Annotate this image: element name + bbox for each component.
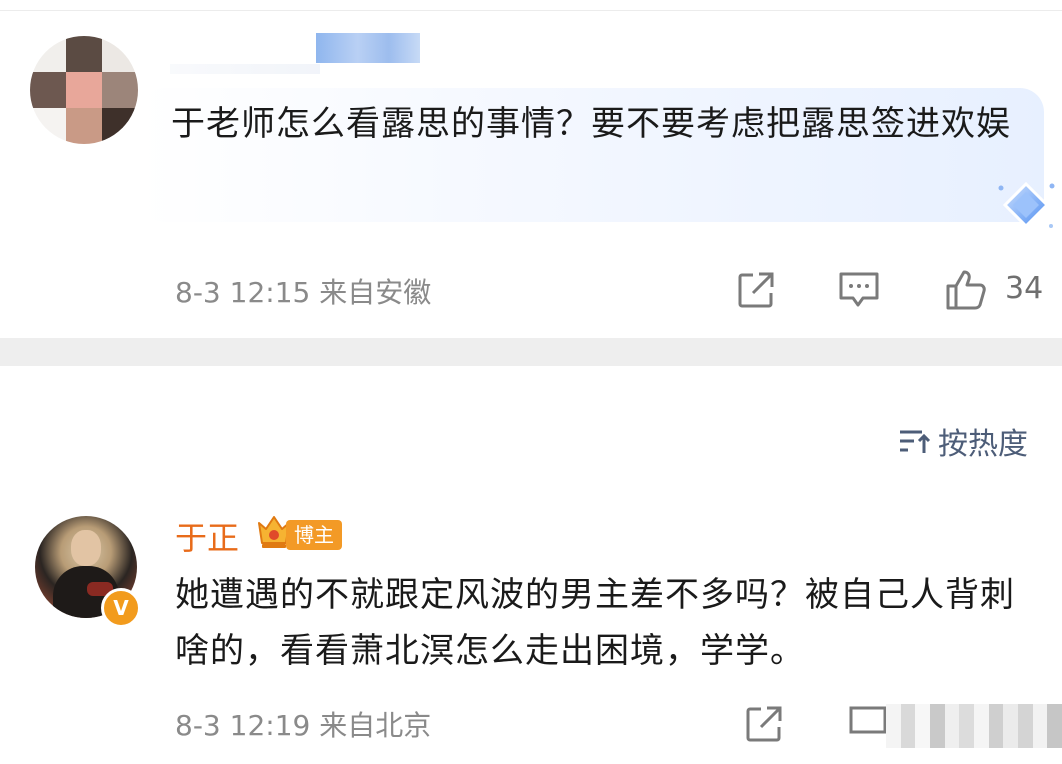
- share-square-icon[interactable]: [737, 271, 775, 309]
- watermark-mosaic: [886, 704, 1062, 748]
- avatar[interactable]: [30, 36, 138, 144]
- top-divider: [0, 10, 1062, 11]
- share-square-icon[interactable]: [745, 705, 783, 743]
- comment-text: 于老师怎么看露思的事情？要不要考虑把露思签进欢娱: [171, 104, 1011, 144]
- comment-bubble-icon[interactable]: [848, 704, 886, 738]
- thumbs-up-icon[interactable]: [944, 268, 988, 312]
- username-redacted-shadow: [170, 64, 320, 74]
- sort-toggle[interactable]: 按热度: [898, 419, 1028, 463]
- sort-lines-icon: [900, 430, 931, 453]
- comment-meta: 8-3 12:15 来自安徽: [175, 276, 432, 309]
- section-separator: [0, 338, 1062, 366]
- username-redacted[interactable]: [316, 33, 420, 63]
- sort-label: 按热度: [938, 427, 1028, 462]
- diamond-decoration-icon: [998, 181, 1055, 229]
- blogger-badge: 博主: [286, 520, 342, 550]
- author-name[interactable]: 于正: [175, 513, 239, 559]
- comment-bubble-icon[interactable]: [838, 270, 880, 310]
- comment-meta: 8-3 12:19 来自北京: [175, 709, 432, 742]
- comment-text: 她遭遇的不就跟定风波的男主差不多吗？被自己人背刺啥的，看看萧北溟怎么走出困境，学…: [175, 575, 1015, 671]
- like-count: 34: [1005, 271, 1044, 306]
- verified-badge: V: [101, 588, 141, 628]
